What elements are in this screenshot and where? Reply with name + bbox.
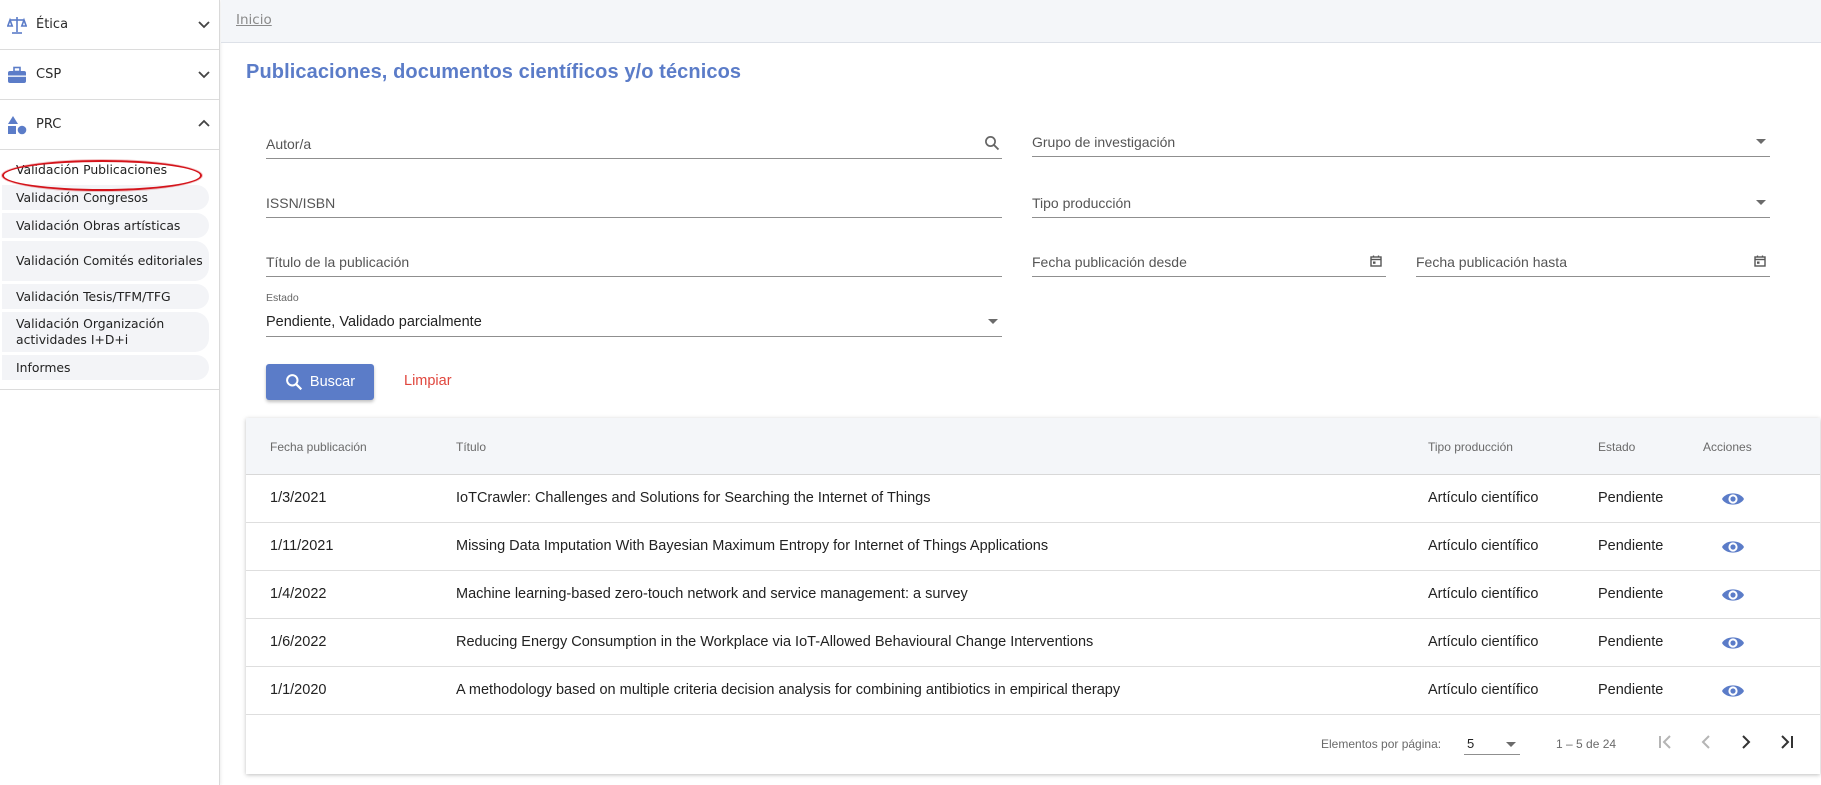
page-size-select[interactable]: 5 [1464, 733, 1520, 755]
module-label: Ética [36, 17, 69, 32]
table-header: Fecha publicación Título Tipo producción… [246, 418, 1820, 475]
calendar-icon[interactable] [1752, 253, 1768, 269]
cell-titulo: Missing Data Imputation With Bayesian Ma… [456, 538, 1049, 554]
cell-titulo: A methodology based on multiple criteria… [456, 682, 1121, 698]
cell-fecha: 1/11/2021 [270, 538, 334, 554]
sidebar: Ética CSP PRC Validación Publicaciones V… [0, 0, 220, 785]
briefcase-icon [6, 64, 28, 86]
sidebar-item-validacion-organizacion[interactable]: Validación Organización actividades I+D+… [2, 312, 209, 352]
chevron-up-icon [198, 119, 210, 127]
search-icon[interactable] [984, 135, 1000, 151]
previous-page-icon[interactable] [1694, 730, 1718, 754]
cell-estado: Pendiente [1598, 682, 1664, 698]
header-fecha[interactable]: Fecha publicación [270, 440, 367, 454]
titulo-label: Título de la publicación [266, 254, 410, 270]
next-page-icon[interactable] [1734, 730, 1758, 754]
caret-down-icon [988, 319, 998, 324]
titulo-field[interactable]: Título de la publicación [266, 243, 1002, 277]
sidebar-item-validacion-obras[interactable]: Validación Obras artísticas [2, 213, 209, 238]
clear-button[interactable]: Limpiar [404, 373, 452, 389]
calendar-icon[interactable] [1368, 253, 1384, 269]
sidebar-item-validacion-congresos[interactable]: Validación Congresos [2, 185, 209, 210]
tipo-produccion-select[interactable]: Tipo producción [1032, 184, 1770, 218]
cell-tipo: Artículo científico [1428, 490, 1539, 506]
cell-titulo: IoTCrawler: Challenges and Solutions for… [456, 490, 931, 506]
table-row: 1/11/2021 Missing Data Imputation With B… [246, 523, 1820, 571]
autor-field[interactable]: Autor/a [266, 125, 1002, 159]
items-per-page-label: Elementos por página: [1321, 737, 1442, 751]
cell-titulo: Machine learning-based zero-touch networ… [456, 586, 968, 602]
cell-fecha: 1/6/2022 [270, 634, 327, 650]
page-size-value: 5 [1467, 736, 1475, 751]
estado-value: Pendiente, Validado parcialmente [266, 314, 482, 330]
caret-down-icon [1756, 139, 1766, 144]
cell-estado: Pendiente [1598, 586, 1664, 602]
page-title: Publicaciones, documentos científicos y/… [246, 61, 742, 83]
estado-label: Estado [266, 292, 299, 304]
search-icon [286, 374, 302, 391]
paginator: Elementos por página: 5 1 – 5 de 24 [246, 715, 1820, 774]
module-label: CSP [36, 67, 62, 82]
estado-select[interactable]: Estado Pendiente, Validado parcialmente [266, 292, 1002, 337]
issn-label: ISSN/ISBN [266, 195, 336, 211]
autor-label: Autor/a [266, 136, 312, 152]
cell-fecha: 1/1/2020 [270, 682, 327, 698]
first-page-icon[interactable] [1654, 730, 1678, 754]
header-estado[interactable]: Estado [1598, 440, 1635, 454]
issn-field[interactable]: ISSN/ISBN [266, 184, 1002, 218]
last-page-icon[interactable] [1774, 730, 1798, 754]
cell-tipo: Artículo científico [1428, 538, 1539, 554]
cell-fecha: 1/4/2022 [270, 586, 327, 602]
cell-estado: Pendiente [1598, 490, 1664, 506]
search-button-label: Buscar [309, 374, 356, 390]
view-eye-icon[interactable] [1721, 632, 1745, 654]
chevron-down-icon [198, 71, 210, 79]
sidebar-item-informes[interactable]: Informes [2, 355, 209, 380]
sidebar-item-validacion-tesis[interactable]: Validación Tesis/TFM/TFG [2, 284, 209, 309]
main-content: Publicaciones, documentos científicos y/… [221, 43, 1821, 785]
module-label: PRC [36, 117, 62, 132]
cell-estado: Pendiente [1598, 538, 1664, 554]
table-row: 1/3/2021 IoTCrawler: Challenges and Solu… [246, 475, 1820, 523]
grupo-label: Grupo de investigación [1032, 134, 1176, 150]
module-etica[interactable]: Ética [0, 0, 219, 50]
table-row: 1/6/2022 Reducing Energy Consumption in … [246, 619, 1820, 667]
cell-titulo: Reducing Energy Consumption in the Workp… [456, 634, 1094, 650]
cell-tipo: Artículo científico [1428, 634, 1539, 650]
search-button[interactable]: Buscar [266, 364, 374, 400]
fecha-desde-field[interactable]: Fecha publicación desde [1032, 243, 1386, 277]
prc-menu: Validación Publicaciones Validación Cong… [0, 150, 219, 390]
view-eye-icon[interactable] [1721, 584, 1745, 606]
view-eye-icon[interactable] [1721, 536, 1745, 558]
view-eye-icon[interactable] [1721, 680, 1745, 702]
table-row: 1/4/2022 Machine learning-based zero-tou… [246, 571, 1820, 619]
caret-down-icon [1506, 742, 1516, 747]
table-row: 1/1/2020 A methodology based on multiple… [246, 667, 1820, 715]
view-eye-icon[interactable] [1721, 488, 1745, 510]
scale-icon [6, 14, 28, 36]
cell-tipo: Artículo científico [1428, 586, 1539, 602]
tipo-label: Tipo producción [1032, 195, 1132, 211]
sidebar-item-validacion-publicaciones[interactable]: Validación Publicaciones [2, 157, 209, 182]
cell-fecha: 1/3/2021 [270, 490, 327, 506]
shapes-icon [6, 114, 28, 136]
header-titulo[interactable]: Título [456, 440, 486, 454]
breadcrumb-home-link[interactable]: Inicio [236, 12, 272, 28]
cell-tipo: Artículo científico [1428, 682, 1539, 698]
fecha-hasta-label: Fecha publicación hasta [1416, 254, 1567, 270]
header-tipo[interactable]: Tipo producción [1428, 440, 1513, 454]
breadcrumb: Inicio [221, 0, 1821, 43]
grupo-investigacion-select[interactable]: Grupo de investigación [1032, 123, 1770, 157]
fecha-hasta-field[interactable]: Fecha publicación hasta [1416, 243, 1770, 277]
fecha-desde-label: Fecha publicación desde [1032, 254, 1187, 270]
page-range: 1 – 5 de 24 [1556, 737, 1617, 751]
caret-down-icon [1756, 200, 1766, 205]
sidebar-item-validacion-comites[interactable]: Validación Comités editoriales [2, 241, 209, 281]
header-acciones: Acciones [1703, 440, 1752, 454]
chevron-down-icon [198, 21, 210, 29]
module-csp[interactable]: CSP [0, 50, 219, 100]
results-table: Fecha publicación Título Tipo producción… [246, 418, 1820, 774]
module-prc[interactable]: PRC [0, 100, 219, 150]
cell-estado: Pendiente [1598, 634, 1664, 650]
